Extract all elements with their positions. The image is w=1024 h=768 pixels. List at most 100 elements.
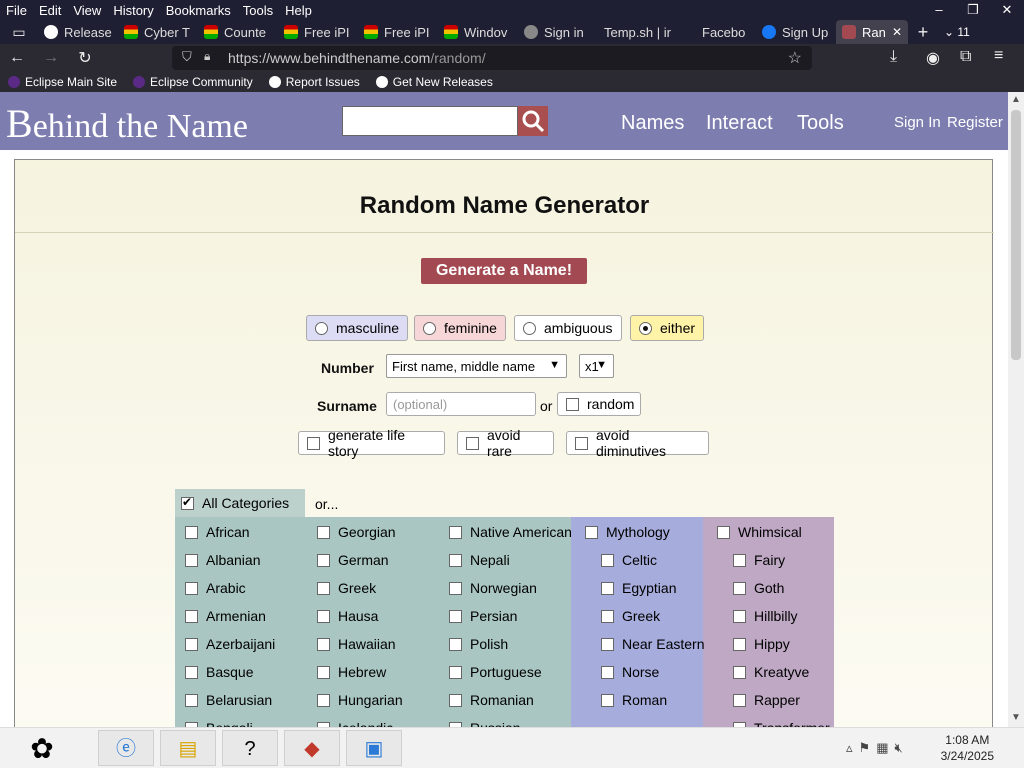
search-button[interactable] xyxy=(518,106,548,136)
flag-tray-icon[interactable]: ⚑ xyxy=(859,740,877,755)
bookmark-report-issues[interactable]: Report Issues xyxy=(268,75,360,89)
tab-free-ip-2[interactable]: Free iPI xyxy=(358,20,438,44)
category-col3-item-2[interactable]: Norwegian xyxy=(449,580,537,596)
gender-either[interactable]: either xyxy=(630,315,705,341)
reload-icon[interactable]: ↻ xyxy=(68,48,102,68)
multiplier-select[interactable]: x1 ▼ xyxy=(579,354,614,378)
close-window-icon[interactable]: ✕ xyxy=(990,0,1024,20)
category-col4-item-5[interactable]: Norse xyxy=(601,664,659,680)
nav-tools[interactable]: Tools xyxy=(797,112,844,135)
category-col5-item-1[interactable]: Fairy xyxy=(733,552,785,568)
gender-ambiguous[interactable]: ambiguous xyxy=(514,315,622,341)
folder-icon[interactable]: ▤ xyxy=(160,730,216,766)
minimize-icon[interactable]: – xyxy=(922,0,956,20)
address-bar[interactable]: ⛉ 🔒︎ https://www.behindthename.com/rando… xyxy=(172,46,812,70)
category-col3-item-3[interactable]: Persian xyxy=(449,608,517,624)
menu-bookmarks[interactable]: Bookmarks xyxy=(160,3,237,18)
category-col2-item-1[interactable]: German xyxy=(317,552,389,568)
category-col3-item-1[interactable]: Nepali xyxy=(449,552,510,568)
menu-tools[interactable]: Tools xyxy=(237,3,279,18)
category-col2-item-4[interactable]: Hawaiian xyxy=(317,636,396,652)
site-logo[interactable]: Behind the Name xyxy=(6,100,248,147)
tab-random-name[interactable]: Ran ✕ xyxy=(836,20,908,44)
category-col4-item-1[interactable]: Celtic xyxy=(601,552,657,568)
tab-facebook[interactable]: Facebo xyxy=(684,20,756,44)
category-col5-item-3[interactable]: Hillbilly xyxy=(733,608,798,624)
category-col1-item-3[interactable]: Armenian xyxy=(185,608,266,624)
category-col2-item-2[interactable]: Greek xyxy=(317,580,376,596)
tab-windows[interactable]: Windov xyxy=(438,20,518,44)
category-col2-item-0[interactable]: Georgian xyxy=(317,524,396,540)
category-col4-item-3[interactable]: Greek xyxy=(601,608,660,624)
bookmark-eclipse-community[interactable]: Eclipse Community xyxy=(133,75,253,89)
restore-icon[interactable]: ❐ xyxy=(956,0,990,20)
number-select[interactable]: First name, middle name ▼ xyxy=(386,354,567,378)
back-icon[interactable]: ← xyxy=(0,49,34,67)
scroll-down-icon[interactable]: ▼ xyxy=(1010,712,1022,723)
category-col5-item-5[interactable]: Kreatyve xyxy=(733,664,809,680)
menu-help[interactable]: Help xyxy=(279,3,318,18)
gender-masculine[interactable]: masculine xyxy=(306,315,409,341)
extensions-icon[interactable]: ⧉ xyxy=(960,48,971,66)
bookmark-eclipse-main[interactable]: Eclipse Main Site xyxy=(8,75,117,89)
menu-history[interactable]: History xyxy=(107,3,159,18)
tab-count-button[interactable]: ⌄ 11 xyxy=(944,25,970,39)
hamburger-menu-icon[interactable]: ≡ xyxy=(994,47,1003,65)
random-surname-checkbox[interactable]: random xyxy=(557,392,641,416)
network-app-icon[interactable]: ▣ xyxy=(346,730,402,766)
avoid-rare-checkbox[interactable]: avoid rare xyxy=(457,427,554,459)
forward-icon[interactable]: → xyxy=(34,49,68,67)
tray-arrow-icon[interactable]: ▵ xyxy=(846,740,859,755)
category-col2-item-7[interactable]: Icelandic xyxy=(317,720,393,727)
ie-icon[interactable]: ⓔ xyxy=(98,730,154,766)
tab-cyber[interactable]: Cyber T xyxy=(118,20,198,44)
download-icon[interactable]: ⤓ xyxy=(890,48,897,66)
category-col2-item-3[interactable]: Hausa xyxy=(317,608,378,624)
category-col3-item-6[interactable]: Romanian xyxy=(449,692,534,708)
help-icon[interactable]: ? xyxy=(222,730,278,766)
menu-view[interactable]: View xyxy=(67,3,107,18)
close-tab-icon[interactable]: ✕ xyxy=(892,25,902,39)
scroll-thumb[interactable] xyxy=(1011,110,1021,360)
life-story-checkbox[interactable]: generate life story xyxy=(298,427,445,459)
category-col5-item-6[interactable]: Rapper xyxy=(733,692,800,708)
surname-input[interactable]: (optional) xyxy=(386,392,536,416)
start-logo-icon[interactable]: ✿ xyxy=(20,731,64,767)
category-col5-item-0[interactable]: Whimsical xyxy=(717,524,802,540)
menu-file[interactable]: File xyxy=(0,3,33,18)
star-icon[interactable]: ☆ xyxy=(788,48,802,68)
tab-free-ip-1[interactable]: Free iPI xyxy=(278,20,358,44)
tab-temp-sh[interactable]: Temp.sh | ir xyxy=(598,20,684,44)
nav-interact[interactable]: Interact xyxy=(706,112,773,135)
bookmark-get-new-releases[interactable]: Get New Releases xyxy=(375,75,493,89)
tab-list-icon[interactable]: ▭ xyxy=(0,24,38,41)
category-col3-item-7[interactable]: Russian xyxy=(449,720,521,727)
register-link[interactable]: Register xyxy=(947,114,1003,131)
tab-release[interactable]: Release xyxy=(38,20,118,44)
nav-names[interactable]: Names xyxy=(621,112,684,135)
new-tab-icon[interactable]: + xyxy=(908,22,938,43)
clock[interactable]: 1:08 AM 3/24/2025 xyxy=(941,732,994,764)
account-icon[interactable]: ◉ xyxy=(926,48,940,68)
gender-feminine[interactable]: feminine xyxy=(414,315,506,341)
category-col5-item-4[interactable]: Hippy xyxy=(733,636,790,652)
category-col4-item-0[interactable]: Mythology xyxy=(585,524,670,540)
category-col3-item-0[interactable]: Native American xyxy=(449,524,572,540)
category-col3-item-5[interactable]: Portuguese xyxy=(449,664,542,680)
site-search-input[interactable] xyxy=(342,106,518,136)
category-col1-item-0[interactable]: African xyxy=(185,524,250,540)
tab-sign-in[interactable]: Sign in xyxy=(518,20,598,44)
category-col4-item-2[interactable]: Egyptian xyxy=(601,580,676,596)
category-col5-item-2[interactable]: Goth xyxy=(733,580,784,596)
category-col1-item-1[interactable]: Albanian xyxy=(185,552,261,568)
category-col2-item-5[interactable]: Hebrew xyxy=(317,664,386,680)
category-col4-item-6[interactable]: Roman xyxy=(601,692,667,708)
scroll-up-icon[interactable]: ▲ xyxy=(1010,94,1022,105)
volume-muted-icon[interactable]: 🔇︎ xyxy=(894,740,908,755)
generate-button[interactable]: Generate a Name! xyxy=(421,258,587,284)
category-col5-item-7[interactable]: Transformer xyxy=(733,720,830,727)
category-col4-item-4[interactable]: Near Eastern xyxy=(601,636,704,652)
tab-sign-up[interactable]: Sign Up xyxy=(756,20,836,44)
category-col1-item-2[interactable]: Arabic xyxy=(185,580,246,596)
tab-counter[interactable]: Counte xyxy=(198,20,278,44)
